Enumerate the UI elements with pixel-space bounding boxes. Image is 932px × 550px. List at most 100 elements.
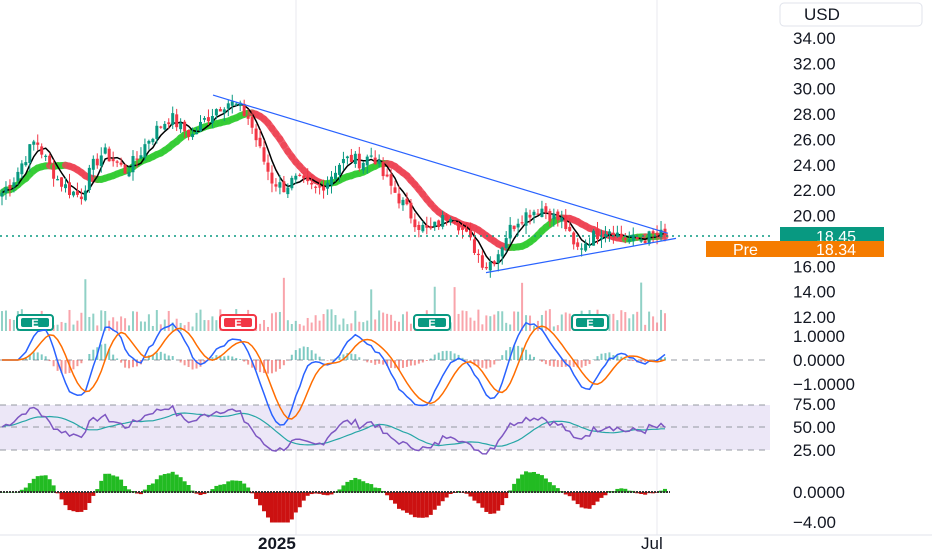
support-trendline [485,237,677,274]
oscillator-bar [158,475,163,493]
volume-bar [501,311,504,331]
oscillator-bar [591,492,596,506]
volume-bar [8,319,11,331]
volume-bar [151,325,154,331]
candle-body [206,117,210,122]
ma-fast-line [1,103,666,265]
volume-bar [187,321,190,331]
candle-body [4,187,8,193]
price-tick-label: 34.00 [793,29,836,48]
candle-body [361,162,365,171]
volume-bar [612,313,615,331]
candle-body [464,228,468,232]
volume-bar [116,321,119,331]
oscillator-bar [353,477,358,493]
candle-body [512,225,516,230]
candle-body [123,164,127,174]
candle-body [202,118,206,120]
volume-bar [493,314,496,331]
oscillator-bar [234,480,239,493]
candle-body [572,232,576,245]
volume-bar [215,320,218,331]
volume-bar [314,315,317,331]
osc-tick-label: −4.00 [793,513,836,532]
volume-bar [128,325,131,331]
price-tick-label: 20.00 [793,207,836,226]
volume-bar [481,324,484,331]
volume-bar [489,316,492,331]
candle-body [381,161,385,177]
oscillator-bar [166,473,171,493]
candle-body [135,158,139,160]
candle-body [222,109,226,113]
oscillator-bar [115,476,120,493]
oscillator-bar [472,492,477,501]
oscillator-bar [496,492,501,511]
oscillator-bar [397,492,402,509]
oscillator-bar [520,474,525,493]
oscillator-bar [595,492,600,502]
candle-body [520,222,524,224]
candle-body [195,132,199,135]
price-tick-label: 26.00 [793,130,836,149]
candle-body [437,220,441,228]
volume-bar [191,326,194,331]
volume-bar [290,324,293,331]
candle-body [484,266,488,269]
candle-body [36,142,40,145]
volume-bar [96,325,99,331]
oscillator-bar [428,492,433,515]
oscillator-bar [39,475,44,493]
volume-bar [199,309,202,331]
date-label-2025: 2025 [258,534,296,550]
volume-bar [378,310,381,331]
volume-bar [326,309,329,331]
volume-bar [179,322,182,331]
candle-body [155,125,159,139]
candle-body [16,171,20,181]
volume-bar [564,312,567,331]
oscillator-bar [575,492,580,505]
volume-bar [278,311,281,331]
macd-tick-label: −1.0000 [793,375,855,394]
oscillator-bar [178,477,183,493]
volume-bar [556,325,559,331]
candle-body [91,158,95,170]
price-chart[interactable]: E E E E USD 34.00 32.00 30.00 28.00 26.00 24.00 2… [0,0,932,550]
candle-body [67,182,71,195]
volume-bar [461,310,464,331]
oscillator-bar [107,473,112,493]
candle-body [274,184,278,187]
volume-bar [298,324,301,331]
oscillator-bar [349,480,354,493]
volume-bar [302,325,305,331]
volume-bar [354,310,357,331]
candle-body [369,155,373,157]
oscillator-bar [103,473,108,493]
volume-bar [108,320,111,331]
oscillator-bar [99,480,104,493]
candle-body [242,103,246,116]
candle-body [139,155,143,159]
oscillator-bar [289,492,294,520]
currency-button[interactable] [779,2,923,27]
volume-bar [477,309,480,331]
volume-bar [56,324,59,331]
oscillator-bar [79,492,84,512]
candle-body [159,126,163,128]
candle-body [480,255,484,268]
oscillator-bar [500,492,505,506]
candle-body [564,215,568,230]
volume-bar [12,319,15,331]
candle-body [580,248,584,250]
volume-bar [485,315,488,331]
candle-body [306,176,310,182]
candle-body [472,239,476,253]
oscillator-bar [285,492,290,523]
oscillator-bar [436,492,441,506]
oscillator-bar [361,481,366,493]
volume-bar [282,277,285,331]
volume-bar [509,324,512,331]
candle-body [199,121,203,132]
candle-body [488,261,492,271]
